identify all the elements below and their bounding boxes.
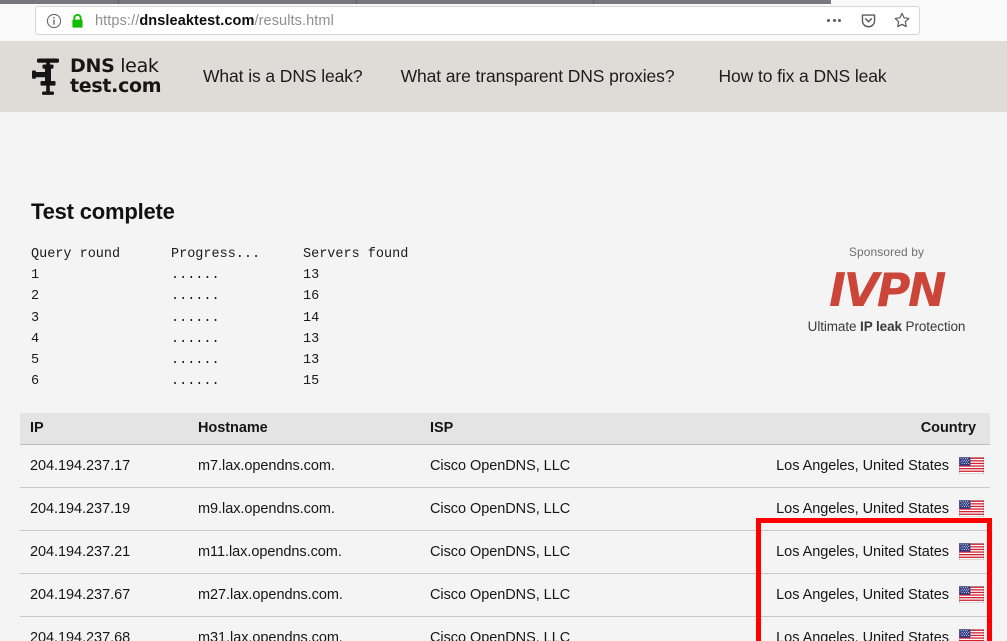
cell-hostname: m27.lax.opendns.com. bbox=[188, 573, 420, 617]
tab-separator bbox=[118, 0, 119, 4]
logo-line2: test.com bbox=[70, 75, 162, 97]
page-title: Test complete bbox=[31, 199, 175, 224]
cell-isp: Cisco OpenDNS, LLC bbox=[420, 530, 755, 574]
browser-chrome: https://dnsleaktest.com/results.html bbox=[0, 0, 1007, 41]
table-row: 204.194.237.21 m11.lax.opendns.com. Cisco … bbox=[20, 530, 990, 574]
info-icon[interactable] bbox=[46, 13, 62, 29]
country-label: Los Angeles, United States bbox=[776, 457, 949, 474]
us-flag-icon bbox=[959, 500, 984, 517]
cell-country: Los Angeles, United States bbox=[755, 487, 990, 531]
nav-link-transparent-dns-proxies[interactable]: What are transparent DNS proxies? bbox=[401, 66, 675, 87]
nav-link-what-is-a-dns-leak[interactable]: What is a DNS leak? bbox=[203, 66, 363, 87]
tab-separator bbox=[593, 0, 594, 4]
url-bar[interactable]: https://dnsleaktest.com/results.html bbox=[35, 6, 920, 35]
us-flag-icon bbox=[959, 543, 984, 560]
cell-isp: Cisco OpenDNS, LLC bbox=[420, 573, 755, 617]
cell-isp: Cisco OpenDNS, LLC bbox=[420, 616, 755, 641]
url-text: https://dnsleaktest.com/results.html bbox=[95, 12, 334, 29]
cell-country: Los Angeles, United States bbox=[755, 616, 990, 641]
us-flag-icon bbox=[959, 629, 984, 641]
ivpn-logo[interactable]: IVPN bbox=[783, 265, 990, 315]
cell-country: Los Angeles, United States bbox=[755, 444, 990, 488]
sponsored-by-label: Sponsored by bbox=[848, 245, 925, 259]
cell-ip: 204.194.237.19 bbox=[20, 487, 188, 531]
pocket-save-icon[interactable] bbox=[859, 12, 877, 30]
nav-link-how-to-fix-a-dns-leak[interactable]: How to fix a DNS leak bbox=[718, 66, 886, 87]
country-label: Los Angeles, United States bbox=[776, 586, 949, 603]
us-flag-icon bbox=[959, 457, 984, 474]
bookmark-star-icon[interactable] bbox=[893, 12, 911, 30]
faucet-icon bbox=[31, 56, 65, 96]
cell-ip: 204.194.237.67 bbox=[20, 573, 188, 617]
site-nav: What is a DNS leak? What are transparent… bbox=[203, 41, 887, 112]
country-label: Los Angeles, United States bbox=[776, 629, 949, 641]
column-header-hostname[interactable]: Hostname bbox=[188, 413, 420, 445]
cell-hostname: m9.lax.opendns.com. bbox=[188, 487, 420, 531]
cell-ip: 204.194.237.17 bbox=[20, 444, 188, 488]
cell-isp: Cisco OpenDNS, LLC bbox=[420, 444, 755, 488]
sponsor-block[interactable]: Sponsored by IVPN Ultimate IP leak Prote… bbox=[783, 245, 990, 334]
tagline-pre: Ultimate bbox=[807, 319, 861, 334]
country-label: Los Angeles, United States bbox=[776, 543, 949, 560]
table-body: 204.194.237.17 m7.lax.opendns.com. Cisco O… bbox=[20, 444, 990, 641]
logo-line1-bold: DNS bbox=[70, 54, 115, 77]
cell-hostname: m11.lax.opendns.com. bbox=[188, 530, 420, 574]
tab-strip-edge bbox=[0, 0, 831, 4]
country-label: Los Angeles, United States bbox=[776, 500, 949, 517]
page-content: Test complete Query round Progress... Serv… bbox=[0, 112, 1007, 641]
tab-separator bbox=[356, 0, 357, 4]
table-header-row: IP Hostname ISP Country bbox=[20, 413, 990, 445]
site-wordmark: DNS leak test.com bbox=[70, 54, 162, 97]
sponsor-tagline: Ultimate IP leak Protection bbox=[783, 319, 990, 334]
column-header-ip[interactable]: IP bbox=[20, 413, 188, 445]
dns-servers-table: IP Hostname ISP Country 204.194.237.17 m7… bbox=[20, 413, 990, 641]
table-row: 204.194.237.17 m7.lax.opendns.com. Cisco O… bbox=[20, 444, 990, 488]
lock-icon[interactable] bbox=[71, 13, 84, 29]
cell-isp: Cisco OpenDNS, LLC bbox=[420, 487, 755, 531]
site-header: DNS leak test.com What is a DNS leak? Wh… bbox=[0, 41, 1007, 112]
cell-ip: 204.194.237.21 bbox=[20, 530, 188, 574]
query-progress-block: Query round Progress... Servers found 1...… bbox=[31, 247, 409, 390]
cell-country: Los Angeles, United States bbox=[755, 530, 990, 574]
cell-ip: 204.194.237.68 bbox=[20, 616, 188, 641]
us-flag-icon bbox=[959, 586, 984, 603]
tagline-post: Protection bbox=[901, 319, 966, 334]
cell-hostname: m31.lax.opendns.com. bbox=[188, 616, 420, 641]
site-logo[interactable]: DNS leak test.com bbox=[31, 50, 162, 102]
tagline-bold: IP leak bbox=[860, 319, 902, 334]
cell-country: Los Angeles, United States bbox=[755, 573, 990, 617]
table-row: 204.194.237.68 m31.lax.opendns.com. Cisco … bbox=[20, 616, 990, 641]
logo-line1-rest: leak bbox=[114, 54, 159, 77]
more-actions-icon[interactable] bbox=[825, 12, 843, 30]
table-row: 204.194.237.19 m9.lax.opendns.com. Cisco O… bbox=[20, 487, 990, 531]
table-row: 204.194.237.67 m27.lax.opendns.com. Cisco … bbox=[20, 573, 990, 617]
column-header-isp[interactable]: ISP bbox=[420, 413, 755, 445]
column-header-country[interactable]: Country bbox=[755, 413, 990, 445]
cell-hostname: m7.lax.opendns.com. bbox=[188, 444, 420, 488]
